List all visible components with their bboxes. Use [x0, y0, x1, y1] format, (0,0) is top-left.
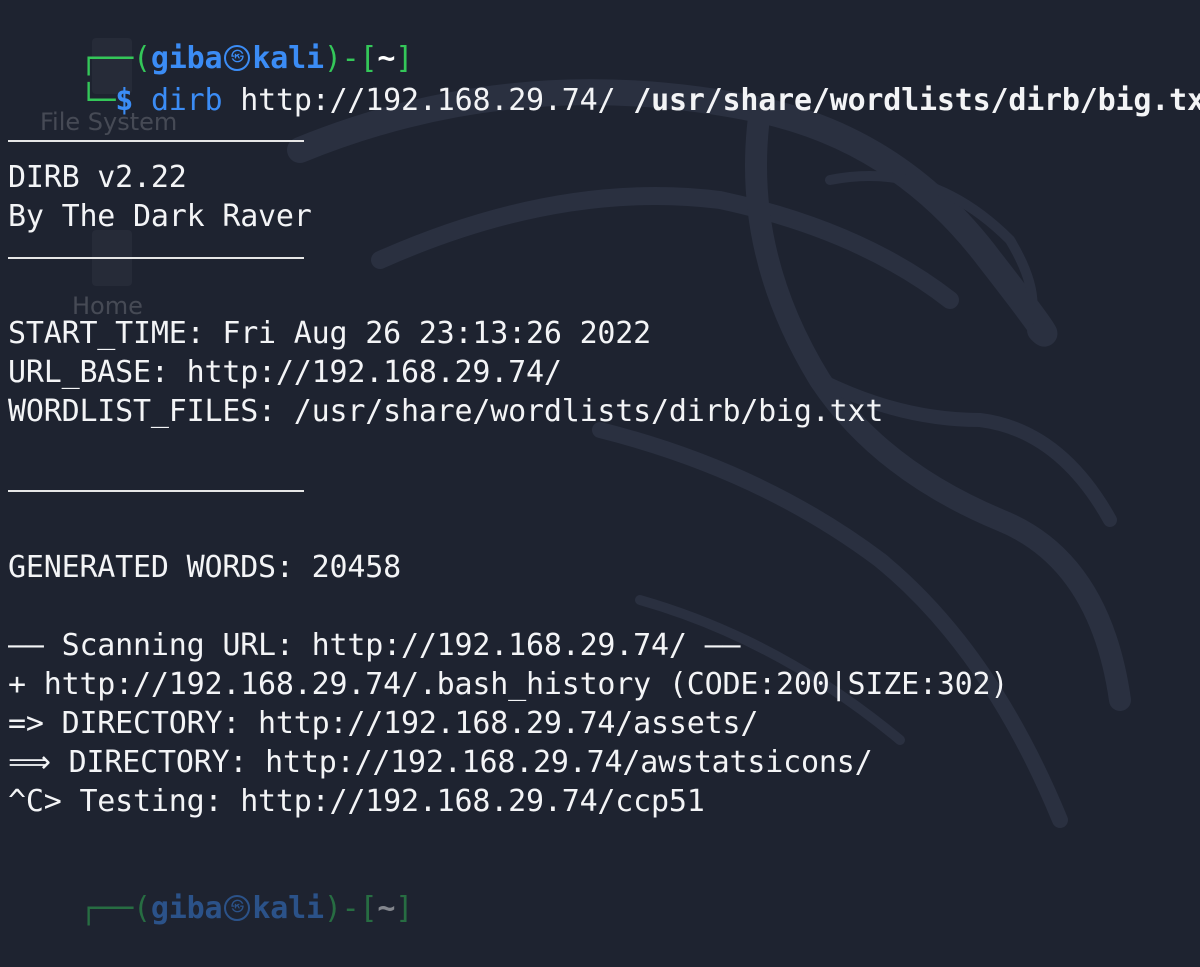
- info-divider: [8, 490, 304, 492]
- generated-words: GENERATED WORDS: 20458: [8, 550, 401, 585]
- command-line: └─$ dirb http://192.168.29.74/ /usr/shar…: [8, 42, 1200, 118]
- terminal-output[interactable]: ┌──(giba ㉿ kali)-[~] └─$ dirb http://192.1…: [0, 0, 1200, 926]
- next-prompt-bracket: )-[: [323, 891, 378, 926]
- command-name: dirb: [150, 83, 223, 118]
- next-prompt-frame: ┌──(: [79, 891, 151, 926]
- prompt-line: ┌──(giba ㉿ kali)-[~]: [8, 0, 413, 76]
- next-prompt-user: giba: [150, 891, 223, 926]
- scan-result-line: ^C> Testing: http://192.168.29.74/ccp51: [8, 784, 705, 819]
- next-prompt-host: kali: [252, 891, 324, 926]
- prompt-frame-bottom: └─: [79, 83, 116, 118]
- info-url-base: URL_BASE: http://192.168.29.74/: [8, 355, 562, 390]
- scan-result-line: ⟹ DIRECTORY: http://192.168.29.74/awstat…: [8, 745, 873, 780]
- command-url: http://192.168.29.74/: [240, 83, 616, 118]
- banner-divider-bottom: [8, 257, 304, 259]
- banner-author: By The Dark Raver: [8, 199, 312, 234]
- kali-logo-icon: ㉿: [224, 894, 251, 921]
- banner-divider-top: [8, 140, 304, 142]
- scan-result-line: => DIRECTORY: http://192.168.29.74/asset…: [8, 706, 759, 741]
- command-wordlist: /usr/share/wordlists/dirb/big.txt: [633, 83, 1200, 118]
- scan-result-line: + http://192.168.29.74/.bash_history (CO…: [8, 667, 1009, 702]
- banner-version: DIRB v2.22: [8, 160, 187, 195]
- scan-header: —— Scanning URL: http://192.168.29.74/ —…: [8, 628, 741, 663]
- next-prompt-bracket-close: ]: [395, 891, 414, 926]
- info-wordlist-files: WORDLIST_FILES: /usr/share/wordlists/dir…: [8, 394, 884, 429]
- next-prompt-dir: ~: [377, 891, 396, 926]
- info-start-time: START_TIME: Fri Aug 26 23:13:26 2022: [8, 316, 652, 351]
- prompt-symbol: $: [115, 83, 134, 118]
